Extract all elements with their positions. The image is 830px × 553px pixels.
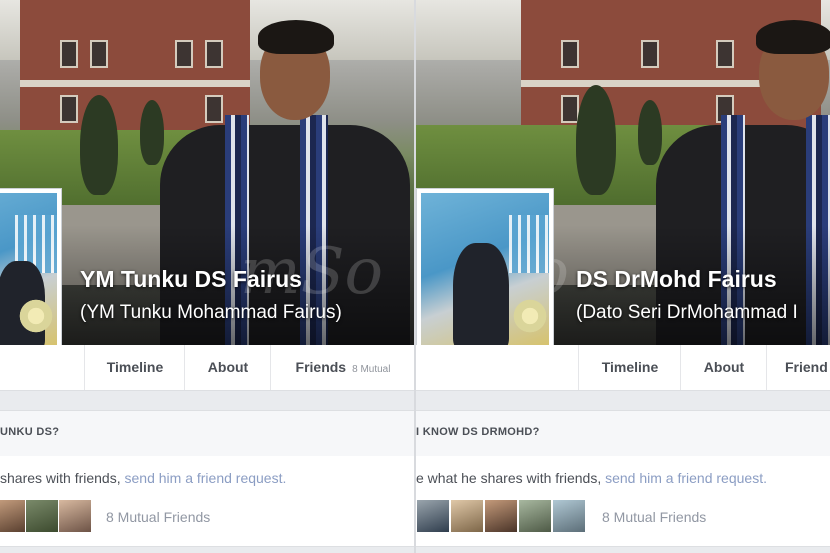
window <box>90 40 108 68</box>
window <box>205 95 223 123</box>
know-header-card: UNKU DS? <box>0 410 414 457</box>
friend-request-text: e what he shares with friends, send him … <box>416 470 767 486</box>
mutual-friend-avatar[interactable] <box>0 499 26 533</box>
building-cornice <box>20 80 250 87</box>
send-friend-request-link[interactable]: send him a friend request. <box>125 470 287 486</box>
cover-tree <box>576 85 616 195</box>
window <box>175 40 193 68</box>
mutual-friend-avatar[interactable] <box>518 499 552 533</box>
request-prefix: e what he shares with friends, <box>416 470 602 486</box>
window <box>561 95 579 123</box>
cover-photo[interactable]: mSo YM Tunku DS Fairus (YM Tunku Mohamma… <box>0 0 414 345</box>
mutual-friends-link[interactable]: 8 Mutual Friends <box>602 509 706 525</box>
profile-nav: Timeline About Friend <box>416 345 830 391</box>
know-header: I KNOW DS DRMOHD? <box>416 426 540 438</box>
mutual-friend-avatar[interactable] <box>552 499 586 533</box>
picture-flowers <box>511 297 549 335</box>
cover-tree <box>638 100 662 165</box>
mutual-friend-avatar[interactable] <box>450 499 484 533</box>
tab-timeline[interactable]: Timeline <box>578 345 681 390</box>
know-header-card: I KNOW DS DRMOHD? <box>416 410 830 457</box>
tab-timeline[interactable]: Timeline <box>84 345 185 390</box>
profile-panel-right: mSo DS DrMohd Fairus (Dato Seri DrMohamm… <box>416 0 830 553</box>
cover-tree <box>80 95 118 195</box>
picture-flowers <box>17 297 55 335</box>
mutual-friends-link[interactable]: 8 Mutual Friends <box>106 509 210 525</box>
profile-name[interactable]: YM Tunku DS Fairus <box>80 266 302 293</box>
request-prefix: shares with friends, <box>0 470 121 486</box>
profile-panel-left: mSo YM Tunku DS Fairus (YM Tunku Mohamma… <box>0 0 414 553</box>
person-hair <box>756 20 830 54</box>
profile-picture-image <box>0 193 57 359</box>
send-friend-request-link[interactable]: send him a friend request. <box>605 470 767 486</box>
profile-nav: Timeline About Friends 8 Mutual <box>0 345 414 391</box>
mutual-friend-avatar[interactable] <box>484 499 518 533</box>
window <box>205 40 223 68</box>
cover-tree <box>140 100 164 165</box>
friend-request-text: shares with friends, send him a friend r… <box>0 470 286 486</box>
window <box>716 40 734 68</box>
tab-about[interactable]: About <box>680 345 767 390</box>
mutual-friend-avatar[interactable] <box>58 499 92 533</box>
window <box>60 40 78 68</box>
tab-friends[interactable]: Friend <box>766 345 830 390</box>
tab-friends[interactable]: Friends 8 Mutual <box>270 345 414 390</box>
tab-about[interactable]: About <box>184 345 271 390</box>
window <box>641 40 659 68</box>
profile-alternate-name: (YM Tunku Mohammad Fairus) <box>80 302 342 323</box>
know-header: UNKU DS? <box>0 426 60 438</box>
picture-figure <box>453 243 509 349</box>
profile-picture-image <box>421 193 549 359</box>
mutual-friend-avatar[interactable] <box>25 499 59 533</box>
friends-count: 8 Mutual <box>352 364 391 375</box>
profile-name[interactable]: DS DrMohd Fairus <box>576 266 777 293</box>
tab-friends-label: Friends <box>295 359 347 375</box>
mutual-friend-avatar[interactable] <box>416 499 450 533</box>
friend-request-card: shares with friends, send him a friend r… <box>0 456 414 547</box>
profile-picture[interactable] <box>416 188 554 364</box>
profile-picture[interactable] <box>0 188 62 364</box>
window <box>60 95 78 123</box>
friend-request-card: e what he shares with friends, send him … <box>416 456 830 547</box>
person-hair <box>258 20 334 54</box>
window <box>561 40 579 68</box>
picture-window <box>509 215 549 273</box>
profile-alternate-name: (Dato Seri DrMohammad I <box>576 302 798 323</box>
